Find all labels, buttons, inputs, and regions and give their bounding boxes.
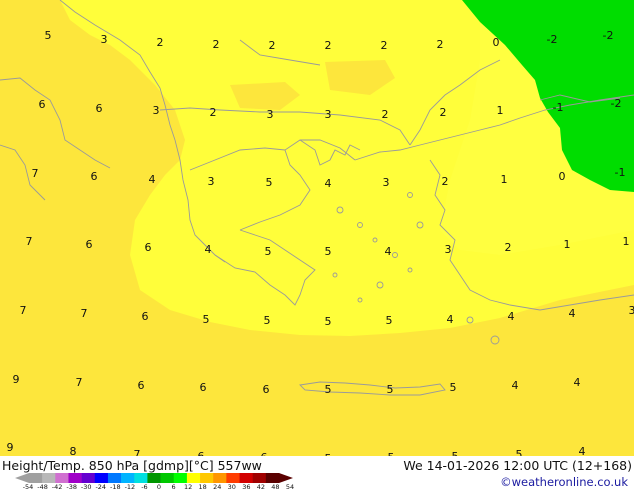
- temperature-value: 0: [559, 170, 566, 183]
- temperature-value: 2: [325, 39, 332, 52]
- colorbar-segment: [226, 473, 239, 483]
- colorbar-segment: [42, 473, 55, 483]
- temperature-value: 3: [383, 176, 390, 189]
- temperature-value: 5: [516, 448, 523, 456]
- colorbar-segment: [147, 473, 160, 483]
- colorbar-segment: [174, 473, 187, 483]
- temperature-value: 4: [574, 376, 581, 389]
- colorbar-segment: [95, 473, 108, 483]
- temperature-value: -1: [553, 101, 564, 114]
- temperature-value: 9: [7, 441, 14, 454]
- temperature-value: 0: [493, 36, 500, 49]
- temperature-value: 3: [629, 304, 634, 317]
- colorbar-left-arrow: [15, 473, 29, 483]
- colorbar-segment: [187, 473, 200, 483]
- temperature-value: 3: [101, 33, 108, 46]
- temperature-value: 6: [142, 310, 149, 323]
- temperature-value: 3: [267, 108, 274, 121]
- temperature-value: 5: [387, 383, 394, 396]
- colorbar-segment: [266, 473, 279, 483]
- temperature-value: 1: [497, 104, 504, 117]
- temperature-value: 7: [20, 304, 27, 317]
- temperature-value: 1: [623, 235, 630, 248]
- temperature-value: 6: [86, 238, 93, 251]
- temperature-value: -2: [547, 33, 558, 46]
- colorbar-segment: [253, 473, 266, 483]
- temperature-value: 2: [213, 38, 220, 51]
- temperature-value: -2: [603, 29, 614, 42]
- temperature-value: 3: [208, 175, 215, 188]
- temperature-value: 4: [205, 243, 212, 256]
- temperature-value: 4: [149, 173, 156, 186]
- colorbar-segment: [200, 473, 213, 483]
- colorbar-segment: [161, 473, 174, 483]
- temperature-value: 2: [210, 106, 217, 119]
- colorbar-segment: [29, 473, 42, 483]
- temperature-value: 5: [325, 245, 332, 258]
- temperature-value: 7: [76, 376, 83, 389]
- temperature-value: 2: [440, 106, 447, 119]
- colorbar-segment: [108, 473, 121, 483]
- colorbar-right-arrow: [279, 473, 293, 483]
- temperature-value: 5: [450, 381, 457, 394]
- temperature-value: 4: [385, 245, 392, 258]
- valid-datetime: We 14-01-2026 12:00 UTC (12+168): [403, 458, 632, 473]
- temperature-value: 5: [45, 29, 52, 42]
- temperature-value: 1: [501, 173, 508, 186]
- temperature-value: 6: [96, 102, 103, 115]
- temperature-value: 6: [91, 170, 98, 183]
- temperature-value: 5: [325, 383, 332, 396]
- temperature-value: 7: [81, 307, 88, 320]
- colorbar-segment: [55, 473, 68, 483]
- temperature-value: 4: [512, 379, 519, 392]
- temperature-value: 2: [157, 36, 164, 49]
- temperature-value: 5: [386, 314, 393, 327]
- temperature-value: 5: [266, 176, 273, 189]
- colorbar-segment: [134, 473, 147, 483]
- colorbar: [15, 473, 295, 483]
- temperature-value: 5: [264, 314, 271, 327]
- temperature-value: 9: [13, 373, 20, 386]
- temperature-value: 6: [39, 98, 46, 111]
- temperature-value: 4: [447, 313, 454, 326]
- temperature-value: 1: [564, 238, 571, 251]
- temperature-value: 2: [442, 175, 449, 188]
- temperature-value: -1: [615, 166, 626, 179]
- temperature-value: 7: [32, 167, 39, 180]
- colorbar-segment: [82, 473, 95, 483]
- temperature-value: 3: [153, 104, 160, 117]
- temperature-value: 2: [381, 39, 388, 52]
- temperature-value: 6: [145, 241, 152, 254]
- weather-map: 5 3 2 2 2 2 2 2 0 -2 -2 6 6 3 2 3 3 2 2 1 -1 -2 7 6 4 3 5 4 3 2 1 0 -1 7 6…: [0, 0, 634, 456]
- temperature-value: 8: [70, 445, 77, 456]
- temperature-value: 7: [26, 235, 33, 248]
- colorbar-segment: [240, 473, 253, 483]
- credit-link[interactable]: ©weatheronline.co.uk: [500, 475, 628, 489]
- temperature-value: 5: [325, 315, 332, 328]
- temperature-value: 6: [263, 383, 270, 396]
- temperature-value: 6: [138, 379, 145, 392]
- temperature-value: 3: [325, 108, 332, 121]
- temperature-value: 7: [134, 448, 141, 456]
- temperature-value: 3: [445, 243, 452, 256]
- colorbar-segment: [213, 473, 226, 483]
- temperature-value: 5: [265, 245, 272, 258]
- temperature-value: 6: [200, 381, 207, 394]
- temperature-value: 2: [505, 241, 512, 254]
- colorbar-segment: [68, 473, 81, 483]
- temperature-value: 5: [203, 313, 210, 326]
- temperature-value: 4: [579, 445, 586, 456]
- temperature-value: 2: [269, 39, 276, 52]
- temperature-value: 2: [437, 38, 444, 51]
- map-title: Height/Temp. 850 hPa [gdmp][°C] 557ww: [2, 458, 262, 473]
- temperature-value: -2: [611, 97, 622, 110]
- temperature-value: 4: [569, 307, 576, 320]
- temperature-value: 4: [325, 177, 332, 190]
- colorbar-segment: [121, 473, 134, 483]
- temperature-value: 2: [382, 108, 389, 121]
- temperature-value: 4: [508, 310, 515, 323]
